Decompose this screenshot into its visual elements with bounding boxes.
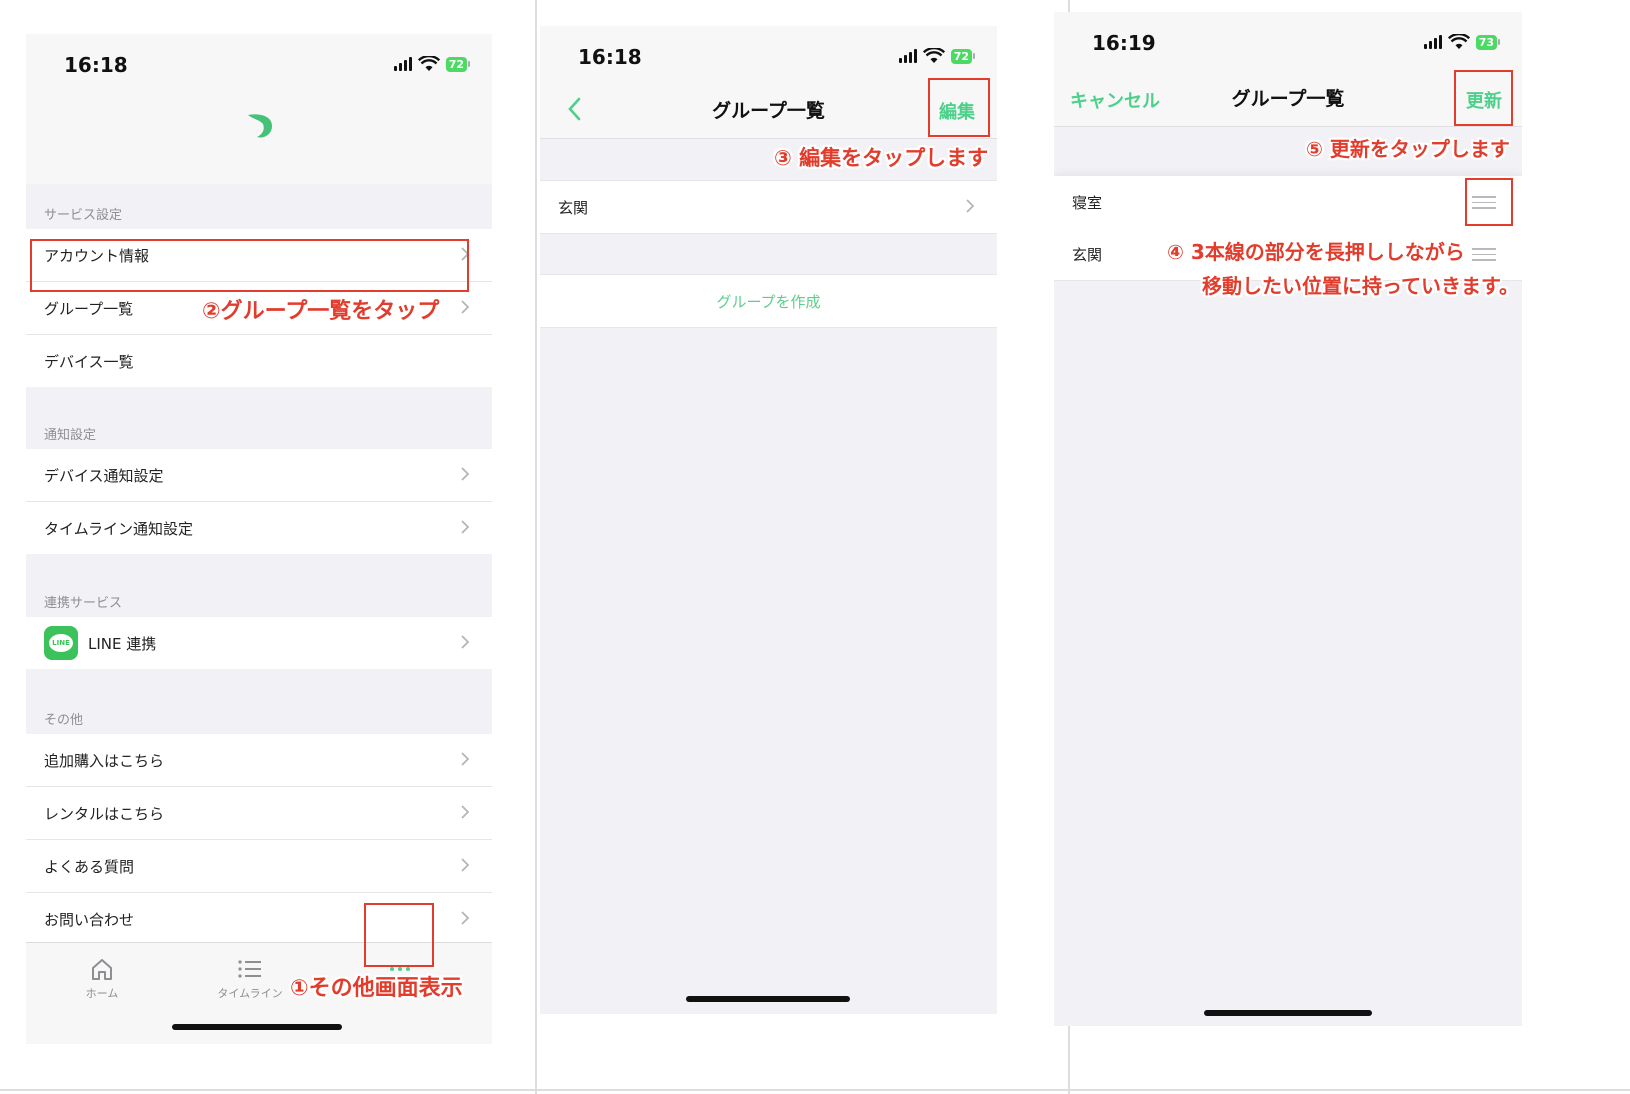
drag-handle-icon[interactable] bbox=[1472, 248, 1496, 262]
create-group-row: グループを作成 bbox=[540, 274, 997, 328]
group-item-bedroom[interactable]: 寝室 bbox=[1054, 176, 1522, 228]
battery-icon: 73 bbox=[1475, 34, 1500, 50]
signal-icon bbox=[393, 57, 412, 71]
highlight-edit-button bbox=[928, 78, 990, 137]
app-header bbox=[26, 94, 492, 184]
reorder-list: 寝室 玄関 bbox=[1054, 176, 1522, 281]
list-icon bbox=[238, 960, 261, 978]
linked-service-list: LINE LINE 連携 bbox=[26, 617, 492, 669]
status-time: 16:18 bbox=[578, 45, 642, 69]
group-item-entrance[interactable]: 玄関 bbox=[540, 181, 997, 233]
status-icons: 72 bbox=[393, 56, 470, 72]
page-title: グループ一覧 bbox=[1231, 88, 1345, 110]
annotation-step4-line2: 移動したい位置に持っていきます。 bbox=[1202, 274, 1519, 298]
annotation-step1: ①その他画面表示 bbox=[290, 976, 463, 1001]
home-icon bbox=[92, 959, 112, 980]
chevron-right-icon bbox=[461, 635, 470, 649]
menu-item-device-notify[interactable]: デバイス通知設定 bbox=[26, 449, 492, 502]
status-time: 16:19 bbox=[1092, 31, 1156, 55]
signal-icon bbox=[898, 49, 917, 63]
highlight-other-tab bbox=[364, 903, 434, 967]
panel-divider-left bbox=[535, 0, 537, 1094]
menu-item-line-link[interactable]: LINE LINE 連携 bbox=[26, 617, 492, 669]
wifi-icon bbox=[417, 56, 440, 71]
signal-icon bbox=[1423, 35, 1442, 49]
battery-level: 72 bbox=[950, 48, 972, 64]
tab-home[interactable]: ホーム bbox=[52, 957, 152, 1001]
wifi-icon bbox=[922, 48, 945, 63]
menu-item-rental[interactable]: レンタルはこちら bbox=[26, 787, 492, 840]
menu-item-device-list[interactable]: デバイス一覧 bbox=[26, 335, 492, 387]
menu-item-purchase[interactable]: 追加購入はこちら bbox=[26, 734, 492, 787]
menu-item-faq[interactable]: よくある質問 bbox=[26, 840, 492, 893]
panel-bottom-border bbox=[0, 1089, 1630, 1091]
annotation-step2: ②グループ一覧をタップ bbox=[202, 299, 440, 324]
menu-item-timeline-notify[interactable]: タイムライン通知設定 bbox=[26, 502, 492, 554]
app-leaf-logo-icon bbox=[248, 114, 272, 138]
status-icons: 72 bbox=[898, 48, 975, 64]
home-indicator bbox=[1204, 1010, 1372, 1016]
tab-timeline[interactable]: タイムライン bbox=[200, 957, 300, 1001]
screen-group-list: 16:18 72 グループ一覧 編集 玄関 グループを作成 bbox=[540, 26, 997, 1014]
chevron-right-icon bbox=[461, 752, 470, 766]
annotation-step5: ⑤ 更新をタップします bbox=[1306, 137, 1510, 161]
screen-other-menu: 16:18 72 サービス設定 アカウント情報 グループ一覧 デバイス一覧 通知… bbox=[26, 34, 492, 1044]
battery-icon: 72 bbox=[950, 48, 975, 64]
section-title-notify: 通知設定 bbox=[44, 428, 97, 443]
status-bar: 16:18 72 bbox=[540, 26, 997, 86]
annotation-step3: ③ 編集をタップします bbox=[774, 146, 989, 170]
section-title-other: その他 bbox=[44, 713, 84, 728]
chevron-right-icon bbox=[461, 805, 470, 819]
chevron-right-icon bbox=[461, 858, 470, 872]
chevron-right-icon bbox=[461, 520, 470, 534]
line-logo-icon: LINE bbox=[44, 626, 78, 660]
highlight-group-list bbox=[30, 239, 469, 292]
status-bar: 16:18 72 bbox=[26, 34, 492, 94]
battery-level: 73 bbox=[1475, 34, 1497, 50]
chevron-right-icon bbox=[461, 911, 470, 925]
highlight-update-button bbox=[1454, 70, 1513, 126]
home-indicator bbox=[172, 1024, 342, 1030]
nav-bar: キャンセル グループ一覧 更新 bbox=[1054, 70, 1522, 127]
status-bar: 16:19 73 bbox=[1054, 12, 1522, 72]
wifi-icon bbox=[1447, 34, 1470, 49]
create-group-button[interactable]: グループを作成 bbox=[540, 275, 997, 327]
screen-group-reorder: 16:19 73 キャンセル グループ一覧 更新 寝室 玄関 bbox=[1054, 12, 1522, 1026]
section-title-service: サービス設定 bbox=[44, 208, 123, 223]
status-icons: 73 bbox=[1423, 34, 1500, 50]
battery-icon: 72 bbox=[445, 56, 470, 72]
section-title-linked: 連携サービス bbox=[44, 596, 123, 611]
chevron-right-icon bbox=[461, 300, 470, 314]
status-time: 16:18 bbox=[64, 53, 128, 77]
group-list: 玄関 bbox=[540, 180, 997, 234]
chevron-right-icon bbox=[966, 199, 975, 213]
home-indicator bbox=[686, 996, 850, 1002]
highlight-drag-handle bbox=[1465, 178, 1513, 226]
battery-level: 72 bbox=[445, 56, 467, 72]
annotation-step4-line1: ④ 3本線の部分を長押ししながら bbox=[1167, 240, 1465, 264]
notify-settings-list: デバイス通知設定 タイムライン通知設定 bbox=[26, 449, 492, 554]
chevron-right-icon bbox=[461, 467, 470, 481]
